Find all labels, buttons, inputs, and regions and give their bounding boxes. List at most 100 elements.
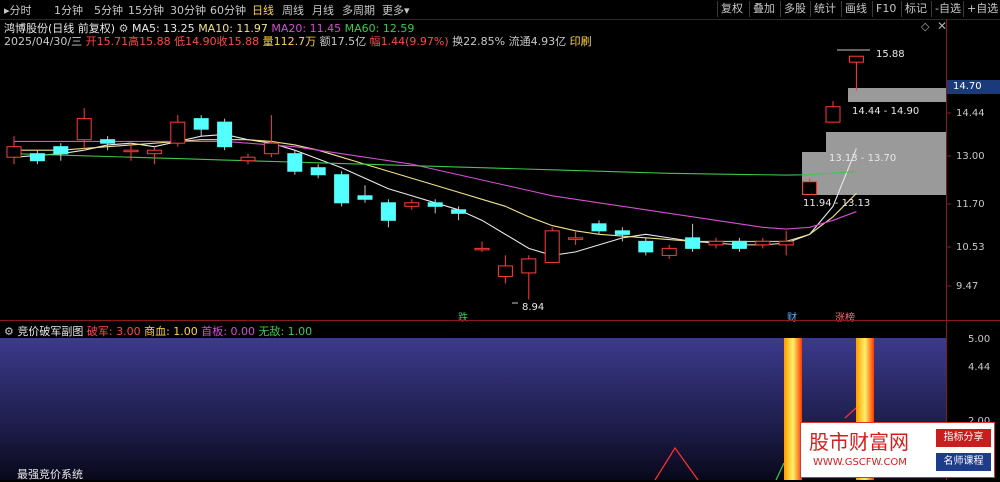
stats-button[interactable]: 统计 (810, 1, 839, 17)
mark-button[interactable]: 标记 (901, 1, 930, 17)
candle-body (848, 55, 864, 63)
tf-daily[interactable]: 日线 (252, 2, 274, 18)
candle[interactable] (53, 143, 69, 161)
candle[interactable] (357, 185, 373, 203)
add-watchlist-button[interactable]: +自选 (963, 1, 1000, 17)
candle[interactable] (146, 146, 162, 165)
candle[interactable] (287, 150, 303, 175)
pane-divider (0, 320, 1000, 321)
candle-body (287, 153, 303, 172)
candle[interactable] (731, 237, 747, 252)
overlay-button[interactable]: 叠加 (749, 1, 778, 17)
signal-line (654, 446, 699, 480)
mark-zhangbang: 涨榜 (835, 313, 855, 324)
watermark-title: 股市财富网 (809, 430, 909, 454)
candle[interactable] (263, 115, 279, 158)
candle[interactable] (474, 241, 490, 252)
tf-5min[interactable]: 5分钟 (94, 2, 123, 18)
diamond-icon[interactable]: ◇ (921, 20, 929, 33)
candle-body (521, 258, 537, 274)
candle-body (240, 156, 256, 162)
candle[interactable] (217, 118, 233, 151)
tf-more[interactable]: 更多▾ (382, 2, 410, 18)
settings-gear-icon[interactable]: ⚙ (4, 325, 14, 338)
chevron-down-icon: ▾ (404, 4, 410, 17)
candle[interactable] (240, 153, 256, 165)
tf-fenshi[interactable]: ▸分时 (4, 2, 32, 18)
candle-body (661, 247, 677, 256)
tf-30min[interactable]: 30分钟 (170, 2, 206, 18)
candle[interactable] (404, 199, 420, 210)
sub-tick: 4.44 (968, 362, 991, 373)
candle[interactable] (100, 136, 116, 151)
tf-monthly[interactable]: 月线 (312, 2, 334, 18)
candle[interactable] (380, 199, 396, 228)
candle[interactable] (778, 230, 794, 256)
candle[interactable] (638, 237, 654, 256)
f10-button[interactable]: F10 (872, 1, 899, 17)
wudi-value: 无敌: 1.00 (258, 325, 313, 338)
candle-body (427, 202, 443, 207)
candle-body (404, 202, 420, 207)
candle[interactable] (661, 244, 677, 259)
fuquan-button[interactable]: 复权 (717, 1, 746, 17)
candle[interactable] (497, 255, 513, 284)
candle[interactable] (591, 220, 607, 235)
candle[interactable] (825, 101, 841, 123)
candle-body (497, 265, 513, 277)
watermark-tag: 指标分享 (936, 429, 991, 447)
ma10-line (14, 139, 857, 242)
tf-15min[interactable]: 15分钟 (128, 2, 164, 18)
candle-body (755, 240, 771, 246)
candle[interactable] (76, 108, 92, 151)
candle[interactable] (310, 164, 326, 179)
candle-body (76, 118, 92, 141)
sub-title[interactable]: 竞价破军副图 (17, 325, 83, 338)
low-label: 8.94 (522, 302, 545, 313)
candle[interactable] (170, 115, 186, 147)
mark-cai: 财 (787, 313, 797, 324)
zone2-label: 13.13 - 13.70 (829, 153, 897, 164)
tf-weekly[interactable]: 周线 (282, 2, 304, 18)
candle-body (802, 181, 818, 195)
candle-body (474, 247, 490, 251)
candle[interactable] (848, 55, 864, 91)
candle[interactable] (193, 115, 209, 137)
candle-body (29, 153, 45, 162)
watermark-url: WWW.GSCFW.COM (813, 457, 907, 468)
candle-body (708, 240, 724, 246)
tf-1min[interactable]: 1分钟 (54, 2, 83, 18)
ma60-line (13, 153, 857, 176)
candle[interactable] (708, 237, 724, 249)
candle-body (357, 195, 373, 200)
ma5-line (13, 133, 857, 256)
candle-body (100, 139, 116, 144)
tf-60min[interactable]: 60分钟 (210, 2, 246, 18)
candle-body (568, 237, 584, 240)
candle[interactable] (568, 230, 584, 245)
draw-button[interactable]: 画线 (841, 1, 870, 17)
candle-body (170, 121, 186, 144)
candle[interactable] (29, 150, 45, 165)
remove-watchlist-button[interactable]: -自选 (931, 1, 964, 17)
high-label: 15.88 (876, 49, 905, 60)
candle-body (334, 174, 350, 204)
mark-die: 跌 (458, 313, 468, 324)
zone3-label: 11.94 - 13.13 (803, 198, 871, 209)
multistock-button[interactable]: 多股 (780, 1, 809, 17)
candle[interactable] (685, 223, 701, 252)
candle[interactable] (755, 237, 771, 249)
candle[interactable] (6, 136, 22, 165)
tf-multi[interactable]: 多周期 (342, 2, 375, 18)
pojun-value: 破军: 3.00 (86, 325, 141, 338)
sub-tick: 5.00 (968, 334, 991, 345)
candle[interactable] (521, 255, 537, 300)
watermark: 股市财富网 WWW.GSCFW.COM 指标分享 名师课程 (800, 422, 995, 478)
signal-line (775, 462, 785, 480)
candle-body (193, 118, 209, 130)
zone1-label: 14.44 - 14.90 (852, 106, 920, 117)
candle[interactable] (334, 171, 350, 207)
candle[interactable] (544, 227, 560, 263)
candlestick-chart[interactable] (0, 45, 946, 325)
candle-body (263, 142, 279, 155)
